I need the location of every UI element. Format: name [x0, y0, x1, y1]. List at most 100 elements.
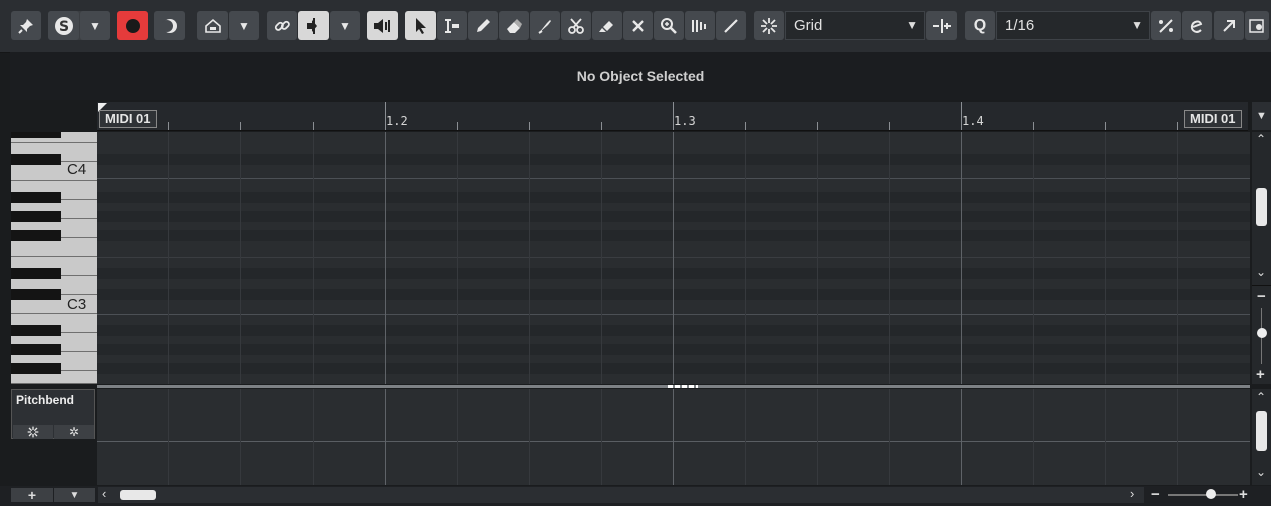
lane-snap-button[interactable] [13, 425, 53, 439]
object-selection-tool[interactable] [405, 11, 436, 40]
zoom-out-icon[interactable]: − [1151, 486, 1160, 503]
step-input-button[interactable] [1182, 11, 1212, 40]
settings-layout-icon [1249, 18, 1264, 33]
solo-editor-button[interactable]: S [48, 11, 79, 40]
black-key[interactable] [11, 154, 61, 165]
pin-window-button[interactable] [11, 11, 41, 40]
lane-resize-handle[interactable] [668, 385, 698, 388]
split-tool-button[interactable] [298, 11, 329, 40]
grid-line [889, 389, 890, 485]
mute-tool[interactable] [623, 11, 653, 40]
grid-type-select[interactable]: Grid ▼ [785, 11, 925, 40]
plus-icon: + [27, 487, 37, 503]
erase-tool[interactable] [499, 11, 529, 40]
black-key[interactable] [11, 344, 61, 355]
horizontal-zoom-knob[interactable] [1206, 489, 1216, 499]
cut-tool[interactable] [561, 11, 591, 40]
horizontal-zoom-track[interactable] [1168, 494, 1238, 496]
black-key[interactable] [11, 132, 61, 138]
record-in-editor-button[interactable] [117, 11, 148, 40]
quantize-preset-select[interactable]: 1/16 ▼ [996, 11, 1150, 40]
chevron-down-icon: ▼ [1256, 110, 1267, 122]
horizontal-scrollbar[interactable]: ‹ › [98, 486, 1144, 503]
glue-icon [599, 20, 613, 32]
black-key[interactable] [11, 268, 61, 279]
black-key[interactable] [11, 363, 61, 374]
draw-tool[interactable] [468, 11, 498, 40]
note-event-display[interactable] [97, 132, 1250, 384]
lane-presets-dropdown[interactable]: ▼ [54, 488, 95, 502]
ruler-tick [889, 122, 890, 130]
chevron-down-icon[interactable]: ⌄ [1256, 265, 1266, 279]
link-button[interactable] [267, 11, 297, 40]
controller-lane-header: Pitchbend ✲ [11, 389, 95, 439]
glue-tool[interactable] [592, 11, 622, 40]
controller-lane-name[interactable]: Pitchbend [16, 393, 74, 407]
grid-line [889, 132, 890, 384]
ruler-options-dropdown[interactable]: ▼ [1252, 102, 1271, 130]
vertical-scroll-thumb[interactable] [1256, 188, 1267, 226]
black-key[interactable] [11, 192, 61, 203]
grid-line [601, 389, 602, 485]
lane-scroll-thumb[interactable] [1256, 411, 1267, 451]
length-quantize-button[interactable] [1151, 11, 1181, 40]
zoom-out-icon[interactable]: − [1257, 288, 1266, 305]
chevron-right-icon[interactable]: › [1130, 486, 1134, 501]
comb-tool[interactable] [685, 11, 715, 40]
zoom-in-icon[interactable]: + [1239, 486, 1248, 503]
chevron-up-icon[interactable]: ⌃ [1256, 390, 1266, 404]
retrospective-record-button[interactable] [154, 11, 185, 40]
quantize-button[interactable]: Q [965, 11, 995, 40]
vertical-zoom-knob[interactable] [1257, 328, 1267, 338]
grid-line [745, 132, 746, 384]
vertical-scrollbar[interactable]: ⌃ ⌄ − + [1252, 132, 1271, 384]
comb-icon [692, 19, 706, 32]
knife-icon [538, 19, 551, 34]
snap-zero-crossing-button[interactable] [926, 11, 957, 40]
beat-line [385, 389, 386, 485]
ruler-tick [1177, 122, 1178, 130]
grid-type-value: Grid [794, 17, 823, 34]
chevron-left-icon[interactable]: ‹ [102, 486, 106, 501]
black-key[interactable] [11, 325, 61, 336]
autoscroll-options-dropdown[interactable]: ▼ [229, 11, 259, 40]
zoom-tool[interactable] [654, 11, 684, 40]
speaker-icon [373, 18, 390, 33]
grid-line [1033, 389, 1034, 485]
piano-keyboard[interactable]: C4 C3 [11, 132, 97, 384]
trim-tool[interactable] [530, 11, 560, 40]
ruler-tick [313, 122, 314, 130]
chevron-down-icon: ▼ [339, 18, 351, 33]
ruler[interactable]: 1.2 1.3 1.4 [97, 102, 1248, 131]
quantize-preset-value: 1/16 [1005, 17, 1035, 34]
chevron-up-icon[interactable]: ⌃ [1256, 132, 1266, 146]
note-label-c3: C3 [67, 296, 87, 313]
controller-lane-display[interactable] [97, 389, 1250, 485]
ruler-tick [1105, 122, 1106, 130]
snap-toggle[interactable] [754, 11, 784, 40]
grid-line [168, 132, 169, 384]
add-lane-button[interactable]: + [11, 487, 53, 503]
black-key[interactable] [11, 211, 61, 222]
lane-settings-button[interactable]: ✲ [54, 425, 94, 439]
line-tool[interactable] [716, 11, 746, 40]
chevron-down-icon[interactable]: ⌄ [1256, 465, 1266, 479]
lane-vertical-scrollbar[interactable]: ⌃ ⌄ [1252, 389, 1271, 485]
setup-window-layout-button[interactable] [1245, 11, 1269, 40]
horizontal-scroll-thumb[interactable] [120, 490, 156, 500]
range-selection-tool[interactable] [437, 11, 467, 40]
black-key[interactable] [11, 230, 61, 241]
beat-line [673, 132, 674, 384]
solo-options-dropdown[interactable]: ▼ [80, 11, 110, 40]
chevron-down-icon: ▼ [238, 18, 250, 33]
acoustic-feedback-button[interactable] [367, 11, 398, 40]
split-options-dropdown[interactable]: ▼ [330, 11, 360, 40]
close-icon [632, 19, 644, 32]
black-key[interactable] [11, 289, 61, 300]
open-in-window-button[interactable] [1214, 11, 1244, 40]
zoom-in-icon[interactable]: + [1256, 366, 1265, 383]
ruler-tick [601, 122, 602, 130]
ruler-tick [240, 122, 241, 130]
autoscroll-button[interactable] [197, 11, 228, 40]
grid-line [1105, 389, 1106, 485]
